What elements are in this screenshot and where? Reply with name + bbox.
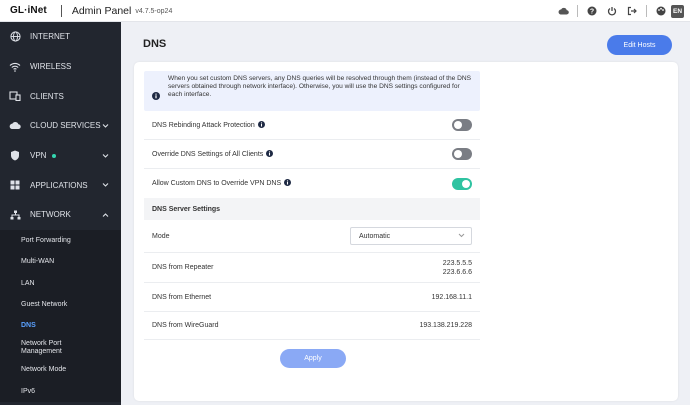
page-title: DNS bbox=[143, 38, 167, 50]
sidebar-item-network[interactable]: NETWORK bbox=[0, 200, 121, 230]
repeater-dns-row: DNS from Repeater 223.5.5.5 223.6.6.6 bbox=[144, 253, 480, 283]
override-all-clients-row: Override DNS Settings of All Clients bbox=[144, 140, 480, 169]
rebinding-protection-row: DNS Rebinding Attack Protection bbox=[144, 111, 480, 140]
subnav-ipv6[interactable]: IPv6 bbox=[0, 381, 121, 402]
top-bar: GL·iNet Admin Panel v4.7.5-op24 ? EN bbox=[0, 0, 690, 22]
sidebar-item-label: CLIENTS bbox=[30, 91, 64, 101]
sidebar-item-label: VPN bbox=[30, 151, 47, 161]
top-actions: ? EN bbox=[553, 0, 690, 22]
help-icon[interactable]: ? bbox=[582, 0, 602, 22]
chevron-down-icon bbox=[102, 121, 109, 130]
chevron-up-icon bbox=[102, 210, 109, 219]
shield-icon bbox=[0, 150, 30, 161]
sidebar-item-applications[interactable]: APPLICATIONS bbox=[0, 170, 121, 200]
main-content: DNS Edit Hosts When you set custom DNS s… bbox=[121, 22, 690, 405]
top-divider bbox=[646, 5, 647, 17]
allow-vpn-toggle[interactable] bbox=[452, 177, 472, 190]
chevron-down-icon bbox=[102, 151, 109, 160]
toggle-knob bbox=[454, 121, 462, 129]
top-divider bbox=[577, 5, 578, 17]
setting-label: Allow Custom DNS to Override VPN DNS bbox=[152, 179, 292, 188]
wireguard-dns-value: 193.138.219.228 bbox=[419, 322, 472, 329]
theme-palette-icon[interactable] bbox=[651, 0, 671, 22]
ethernet-dns-row: DNS from Ethernet 192.168.11.1 bbox=[144, 283, 480, 312]
allow-vpn-override-row: Allow Custom DNS to Override VPN DNS bbox=[144, 169, 480, 198]
language-selector[interactable]: EN bbox=[671, 4, 684, 18]
subnav-label: Network Port Management bbox=[21, 339, 62, 355]
sidebar-nav: INTERNET WIRELESS CLIENTS CLOUD SERVICES… bbox=[0, 22, 121, 405]
subnav-lan[interactable]: LAN bbox=[0, 272, 121, 293]
subnav-network-mode[interactable]: Network Mode bbox=[0, 359, 121, 380]
wifi-icon bbox=[0, 62, 30, 72]
cloud-icon bbox=[0, 121, 30, 130]
sidebar-item-label: APPLICATIONS bbox=[30, 180, 88, 190]
ethernet-dns-value: 192.168.11.1 bbox=[431, 293, 472, 301]
wireguard-label: DNS from WireGuard bbox=[152, 322, 219, 329]
sidebar-item-label: NETWORK bbox=[30, 210, 71, 220]
firmware-version: v4.7.5-op24 bbox=[135, 8, 173, 15]
apply-button[interactable]: Apply bbox=[280, 349, 346, 368]
sidebar-item-label: WIRELESS bbox=[30, 62, 72, 72]
brand-logo[interactable]: GL·iNet bbox=[10, 5, 47, 16]
app-title: Admin Panel bbox=[71, 4, 132, 17]
rebinding-label: DNS Rebinding Attack Protection bbox=[152, 121, 255, 129]
power-icon[interactable] bbox=[602, 0, 622, 22]
vpn-status-dot bbox=[52, 153, 57, 158]
info-banner: When you set custom DNS servers, any DNS… bbox=[144, 71, 480, 111]
info-icon[interactable] bbox=[266, 149, 274, 159]
info-text: When you set custom DNS servers, any DNS… bbox=[168, 75, 472, 98]
info-icon bbox=[152, 87, 160, 111]
sidebar-item-vpn[interactable]: VPN bbox=[0, 141, 121, 171]
subnav-dns[interactable]: DNS bbox=[0, 315, 121, 336]
override-label: Override DNS Settings of All Clients bbox=[152, 150, 264, 158]
wireguard-dns-row: DNS from WireGuard 193.138.219.228 bbox=[144, 312, 480, 340]
svg-text:?: ? bbox=[590, 9, 594, 16]
globe-icon bbox=[0, 31, 30, 42]
subnav-network-port-management[interactable]: Network Port Management bbox=[0, 336, 121, 359]
toggle-knob bbox=[462, 179, 470, 188]
allow-vpn-label: Allow Custom DNS to Override VPN DNS bbox=[152, 180, 282, 187]
sidebar-item-internet[interactable]: INTERNET bbox=[0, 22, 121, 52]
logo-divider bbox=[60, 4, 62, 17]
apps-grid-icon bbox=[0, 180, 30, 190]
dns-settings-card: When you set custom DNS servers, any DNS… bbox=[134, 62, 678, 401]
edit-hosts-button[interactable]: Edit Hosts bbox=[607, 35, 672, 55]
sidebar-item-clients[interactable]: CLIENTS bbox=[0, 81, 121, 111]
mode-selected-value: Automatic bbox=[359, 232, 391, 240]
override-toggle[interactable] bbox=[452, 148, 472, 160]
network-icon bbox=[0, 210, 30, 220]
sidebar-item-cloud-services[interactable]: CLOUD SERVICES bbox=[0, 111, 121, 141]
section-header: DNS Server Settings bbox=[144, 198, 480, 220]
subnav-multi-wan[interactable]: Multi-WAN bbox=[0, 251, 121, 272]
devices-icon bbox=[0, 91, 30, 102]
subnav-port-forwarding[interactable]: Port Forwarding bbox=[0, 230, 121, 251]
repeater-dns-primary: 223.5.5.5 bbox=[442, 259, 472, 267]
sidebar-item-label: INTERNET bbox=[30, 32, 70, 42]
subnav-guest-network[interactable]: Guest Network bbox=[0, 294, 121, 315]
toggle-knob bbox=[454, 150, 462, 158]
ethernet-label: DNS from Ethernet bbox=[152, 293, 212, 301]
chevron-down-icon bbox=[458, 233, 465, 240]
repeater-dns-values: 223.5.5.5 223.6.6.6 bbox=[443, 259, 472, 277]
repeater-label: DNS from Repeater bbox=[152, 264, 214, 271]
mode-row: Mode Automatic bbox=[144, 220, 480, 253]
sidebar-item-label: CLOUD SERVICES bbox=[30, 121, 101, 131]
repeater-dns-secondary: 223.6.6.6 bbox=[442, 268, 472, 276]
cloud-icon[interactable] bbox=[553, 0, 573, 22]
mode-select[interactable]: Automatic bbox=[350, 227, 472, 245]
logout-icon[interactable] bbox=[622, 0, 642, 22]
info-icon[interactable] bbox=[257, 120, 265, 130]
info-icon[interactable] bbox=[284, 179, 292, 188]
network-submenu: Port Forwarding Multi-WAN LAN Guest Netw… bbox=[0, 229, 121, 402]
sidebar-item-wireless[interactable]: WIRELESS bbox=[0, 52, 121, 82]
rebinding-toggle[interactable] bbox=[452, 119, 472, 131]
chevron-down-icon bbox=[102, 181, 109, 190]
mode-label: Mode bbox=[152, 232, 170, 240]
setting-label: Override DNS Settings of All Clients bbox=[152, 149, 274, 159]
setting-label: DNS Rebinding Attack Protection bbox=[152, 120, 265, 130]
